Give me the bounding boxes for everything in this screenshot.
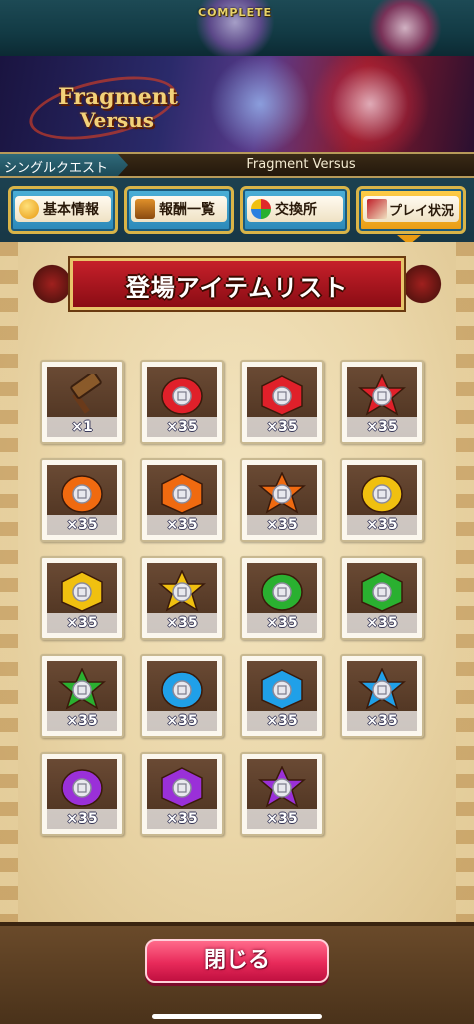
item-quantity: ×35 xyxy=(147,417,217,437)
item-cell[interactable]: ×35 xyxy=(340,556,424,640)
item-cell[interactable]: ×35 xyxy=(140,458,224,542)
quest-type-label: シングルクエスト xyxy=(0,154,128,176)
fragment-round-icon xyxy=(61,769,103,807)
item-cell[interactable]: ×35 xyxy=(240,458,324,542)
tab-basic-info[interactable]: 基本情報 xyxy=(8,186,118,234)
item-quantity: ×35 xyxy=(247,417,317,437)
fragment-hex-icon xyxy=(261,669,303,710)
fragment-star-icon xyxy=(158,570,206,612)
footer-bar: 閉じる xyxy=(0,922,474,1024)
tab-play-status[interactable]: プレイ状況 xyxy=(356,186,466,245)
fragment-round-icon xyxy=(61,475,103,513)
item-quantity: ×35 xyxy=(47,515,117,535)
fragment-round-icon xyxy=(161,377,203,415)
fragment-star-icon xyxy=(358,668,406,710)
tab-label: 交換所 xyxy=(275,202,317,218)
item-quantity: ×35 xyxy=(147,711,217,731)
logo-line2: Versus xyxy=(80,108,155,132)
item-cell[interactable]: ×35 xyxy=(340,654,424,738)
item-quantity: ×35 xyxy=(147,613,217,633)
item-quantity: ×35 xyxy=(47,613,117,633)
item-quantity: ×35 xyxy=(347,711,417,731)
top-strip: COMPLETE xyxy=(0,0,474,56)
logo-line1: Fragment xyxy=(58,84,178,110)
item-quantity: ×35 xyxy=(147,809,217,829)
fragment-star-icon xyxy=(358,374,406,416)
item-list-panel: 登場アイテムリスト ×1 ×35 ×35 ×35 ×35 ×35 ×35 ×35 ×35 ×35 ×… xyxy=(0,242,474,922)
tab-label: 報酬一覧 xyxy=(159,202,215,218)
item-cell[interactable]: ×35 xyxy=(40,556,124,640)
tab-bar: 基本情報 報酬一覧 交換所 プレイ状況 xyxy=(0,178,474,245)
item-quantity: ×35 xyxy=(247,515,317,535)
item-quantity: ×35 xyxy=(147,515,217,535)
item-quantity: ×35 xyxy=(347,417,417,437)
item-cell[interactable]: ×35 xyxy=(140,654,224,738)
item-cell[interactable]: ×35 xyxy=(40,654,124,738)
treasure-chest-icon xyxy=(135,199,155,219)
fragment-round-icon xyxy=(361,475,403,513)
item-cell[interactable]: ×35 xyxy=(240,752,324,836)
exchange-icon xyxy=(251,199,271,219)
fragment-star-icon xyxy=(58,668,106,710)
item-cell[interactable]: ×35 xyxy=(340,458,424,542)
home-indicator xyxy=(152,1014,322,1019)
item-cell[interactable]: ×35 xyxy=(40,458,124,542)
tab-label: 基本情報 xyxy=(43,202,99,218)
fragment-round-icon xyxy=(261,573,303,611)
tab-label: プレイ状況 xyxy=(389,203,455,219)
event-logo: Fragment Versus xyxy=(23,65,183,151)
banner-art xyxy=(300,56,440,152)
fragment-hex-icon xyxy=(161,473,203,514)
ornament-left xyxy=(28,264,76,304)
item-cell[interactable]: ×35 xyxy=(140,360,224,444)
hammer-icon xyxy=(70,374,102,414)
heading-title: 登場アイテムリスト xyxy=(125,274,349,302)
item-quantity: ×35 xyxy=(247,711,317,731)
flag-icon xyxy=(367,199,387,219)
item-quantity: ×35 xyxy=(247,809,317,829)
fragment-star-icon xyxy=(258,766,306,808)
item-quantity: ×35 xyxy=(347,613,417,633)
fragment-star-icon xyxy=(258,472,306,514)
quest-title: Fragment Versus xyxy=(246,157,356,172)
fragment-hex-icon xyxy=(361,571,403,612)
complete-label: COMPLETE xyxy=(198,6,272,19)
item-cell[interactable]: ×35 xyxy=(140,556,224,640)
question-icon xyxy=(19,199,39,219)
item-quantity: ×35 xyxy=(47,809,117,829)
item-cell[interactable]: ×35 xyxy=(240,654,324,738)
item-cell[interactable]: ×1 xyxy=(40,360,124,444)
item-cell[interactable]: ×35 xyxy=(40,752,124,836)
fragment-hex-icon xyxy=(161,767,203,808)
character-art xyxy=(365,0,445,56)
item-cell[interactable]: ×35 xyxy=(240,360,324,444)
item-quantity: ×35 xyxy=(347,515,417,535)
item-quantity: ×1 xyxy=(47,417,117,437)
fragment-round-icon xyxy=(161,671,203,709)
item-cell[interactable]: ×35 xyxy=(140,752,224,836)
item-quantity: ×35 xyxy=(47,711,117,731)
item-cell[interactable]: ×35 xyxy=(340,360,424,444)
panel-border-right xyxy=(456,242,474,922)
panel-border-left xyxy=(0,242,18,922)
tab-rewards[interactable]: 報酬一覧 xyxy=(124,186,234,234)
item-quantity: ×35 xyxy=(247,613,317,633)
close-button[interactable]: 閉じる xyxy=(145,939,329,983)
fragment-hex-icon xyxy=(261,375,303,416)
tab-exchange[interactable]: 交換所 xyxy=(240,186,350,234)
event-banner: Fragment Versus xyxy=(0,56,474,152)
item-list-heading: 登場アイテムリスト xyxy=(28,256,446,314)
breadcrumb: シングルクエスト Fragment Versus xyxy=(0,152,474,178)
item-cell[interactable]: ×35 xyxy=(240,556,324,640)
fragment-hex-icon xyxy=(61,571,103,612)
ornament-right xyxy=(398,264,446,304)
